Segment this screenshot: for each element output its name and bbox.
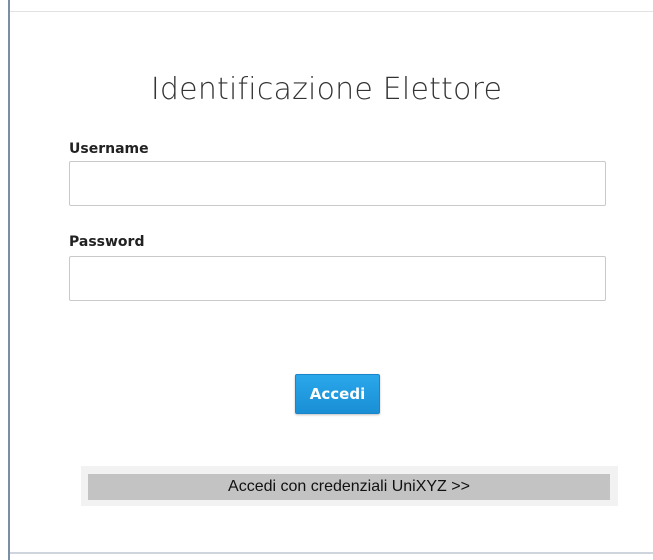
- password-field[interactable]: [69, 256, 606, 301]
- panel-top-border: [10, 11, 653, 12]
- alt-login-button[interactable]: Accedi con credenziali UniXYZ >>: [88, 474, 610, 500]
- password-label: Password: [69, 234, 145, 250]
- panel-bottom-border: [10, 552, 653, 554]
- username-label: Username: [69, 141, 149, 157]
- username-field[interactable]: [69, 161, 606, 206]
- login-button[interactable]: Accedi: [295, 374, 380, 414]
- page-title: Identificazione Elettore: [150, 72, 503, 107]
- login-panel: Identificazione Elettore Username Passwo…: [0, 0, 653, 560]
